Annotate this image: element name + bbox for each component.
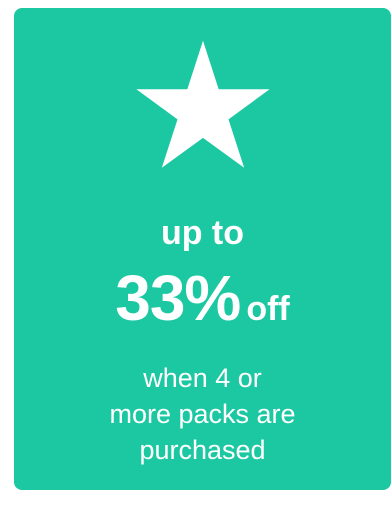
star-icon xyxy=(14,38,391,178)
terms-line: when 4 or xyxy=(143,363,262,393)
promo-headline: up to xyxy=(160,214,245,252)
promo-terms: when 4 or more packs are purchased xyxy=(34,360,371,468)
terms-line: more packs are xyxy=(109,399,296,429)
discount-line: 33% off xyxy=(14,258,391,356)
discount-value: 33% xyxy=(115,262,241,334)
terms-line: purchased xyxy=(139,435,266,465)
discount-suffix: off xyxy=(246,290,290,328)
promo-card: up to 33% off when 4 or more packs are pu… xyxy=(14,8,391,490)
